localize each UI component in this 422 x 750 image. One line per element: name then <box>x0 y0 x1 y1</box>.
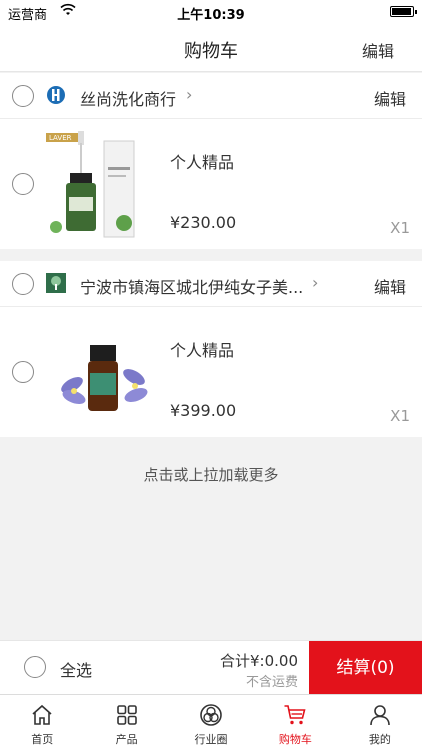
product-image[interactable]: LAVER <box>44 127 156 241</box>
cart-item: 个人精品 ¥399.00 X1 <box>0 307 422 437</box>
tab-label: 我的 <box>368 733 391 746</box>
product-name[interactable]: 个人精品 <box>170 149 234 173</box>
page-title: 购物车 <box>184 41 238 62</box>
product-image[interactable] <box>44 315 156 429</box>
tab-label: 行业圈 <box>194 733 228 746</box>
cart-item: LAVER 个人精品 ¥230.00 X1 <box>0 119 422 249</box>
shop-name[interactable]: 丝尚洗化商行 <box>80 86 176 110</box>
shop-header: 丝尚洗化商行 › 编辑 <box>0 73 422 119</box>
home-icon <box>32 704 52 725</box>
svg-text:LAVER: LAVER <box>49 134 72 142</box>
chevron-right-icon[interactable]: › <box>186 85 192 104</box>
tab-home[interactable]: 首页 <box>0 695 84 750</box>
circles-icon <box>200 704 222 726</box>
shop-logo-icon <box>46 273 66 293</box>
product-price: ¥399.00 <box>170 401 237 420</box>
shop-select-radio[interactable] <box>12 85 34 107</box>
tab-industry[interactable]: 行业圈 <box>169 695 253 750</box>
status-bar: 运营商 上午10:39 <box>0 0 422 24</box>
product-quantity: X1 <box>390 407 410 425</box>
battery-icon <box>390 6 417 17</box>
grid-icon <box>116 705 137 725</box>
shop-select-radio[interactable] <box>12 273 34 295</box>
tab-profile[interactable]: 我的 <box>338 695 422 750</box>
cart-icon <box>284 705 306 725</box>
product-name[interactable]: 个人精品 <box>170 337 234 361</box>
shop-name[interactable]: 宁波市镇海区城北伊纯女子美... <box>80 274 303 298</box>
load-more-button[interactable]: 点击或上拉加载更多 <box>0 464 422 485</box>
checkout-bar: 全选 合计¥:0.00 不含运费 结算(0) <box>0 640 422 695</box>
shop-edit-button[interactable]: 编辑 <box>374 274 406 298</box>
chevron-right-icon[interactable]: › <box>312 273 318 292</box>
shipping-note: 不含运费 <box>245 675 298 690</box>
product-price: ¥230.00 <box>170 213 237 232</box>
tab-cart[interactable]: 购物车 <box>253 695 337 750</box>
total-amount: 合计¥:0.00 <box>220 652 298 670</box>
shop-edit-button[interactable]: 编辑 <box>374 86 406 110</box>
item-select-radio[interactable] <box>12 173 34 195</box>
edit-button[interactable]: 编辑 <box>362 38 394 62</box>
item-select-radio[interactable] <box>12 361 34 383</box>
user-icon <box>370 705 390 726</box>
product-quantity: X1 <box>390 219 410 237</box>
checkout-button[interactable]: 结算(0) <box>309 641 422 695</box>
select-all-label[interactable]: 全选 <box>60 657 92 681</box>
tab-products[interactable]: 产品 <box>84 695 168 750</box>
shop-logo-icon <box>47 86 65 104</box>
tab-label: 首页 <box>31 733 54 746</box>
shop-header: 宁波市镇海区城北伊纯女子美... › 编辑 <box>0 261 422 307</box>
status-time: 上午10:39 <box>177 8 245 23</box>
nav-bar: 购物车 编辑 <box>0 24 422 72</box>
tab-label: 购物车 <box>278 733 312 746</box>
select-all-radio[interactable] <box>24 656 46 678</box>
tab-bar: 首页 产品 行业圈 购物车 我的 <box>0 694 422 750</box>
tab-label: 产品 <box>115 733 138 746</box>
